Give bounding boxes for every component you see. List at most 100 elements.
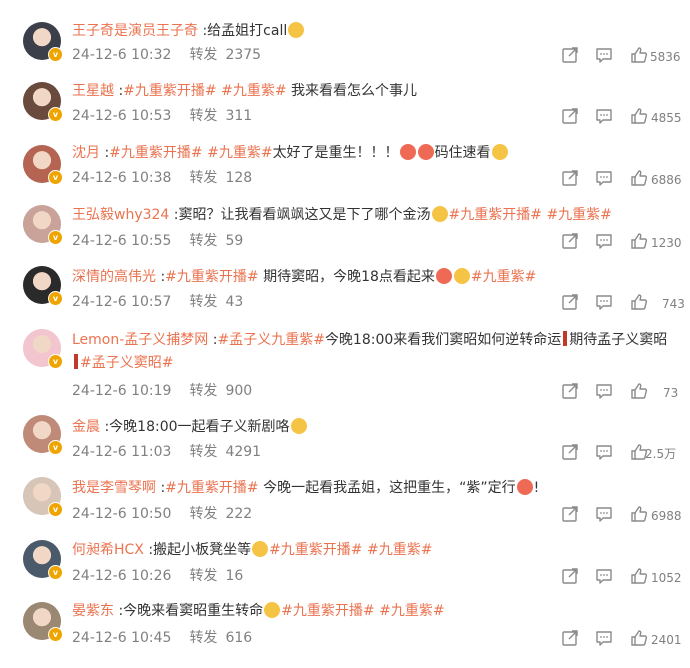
comment-icon (596, 295, 612, 310)
comment-body-text: 今晚18:00来看我们窦昭如何逆转命运 (324, 332, 562, 348)
username-link[interactable]: 沈月 (72, 145, 100, 161)
share-button[interactable] (561, 169, 579, 189)
hashtag-link[interactable]: #九重紫开播# (281, 603, 374, 619)
comment-button[interactable] (595, 293, 613, 313)
share-button[interactable] (561, 443, 579, 463)
like-button[interactable] (630, 293, 648, 313)
hashtag-link[interactable]: #孟子义窦昭# (80, 355, 173, 371)
avatar[interactable]: v (23, 415, 63, 455)
comment-button[interactable] (595, 382, 613, 402)
share-button[interactable] (561, 629, 579, 649)
repost-count: 2375 (225, 47, 262, 63)
username-link[interactable]: 我是李雪琴啊 (72, 480, 156, 496)
like-button[interactable] (630, 232, 648, 252)
comment-button[interactable] (595, 46, 613, 66)
avatar[interactable]: v (23, 82, 63, 122)
comment-button[interactable] (595, 629, 613, 649)
comment-button[interactable] (595, 107, 613, 127)
hashtag-link[interactable]: #九重紫# (367, 542, 432, 558)
hashtag-link[interactable]: #孟子义九重紫# (217, 332, 324, 348)
comment-button[interactable] (595, 232, 613, 252)
hashtag-link[interactable]: #九重紫开播# (165, 269, 258, 285)
like-button[interactable] (630, 505, 648, 525)
comment-body-text: :搬起小板凳坐等 (143, 542, 252, 558)
hashtag-link[interactable]: #九重紫# (207, 145, 272, 161)
share-button[interactable] (561, 567, 579, 587)
comment-meta: 24-12-6 10:55 转发 59 (72, 231, 243, 251)
username-link[interactable]: 王星越 (72, 83, 114, 99)
share-button[interactable] (561, 232, 579, 252)
comment-meta: 24-12-6 10:53 转发 311 (72, 106, 252, 126)
share-button[interactable] (561, 382, 579, 402)
username-link[interactable]: 何昶希HCX (72, 542, 144, 558)
emoji-icon (491, 144, 508, 160)
avatar[interactable]: v (23, 329, 63, 369)
hashtag-link[interactable]: #九重紫开播# (109, 145, 202, 161)
username-link[interactable]: 深情的高伟光 (72, 269, 156, 285)
repost-label: 转发 (189, 506, 218, 522)
username-link[interactable]: 王弘毅why324 (72, 207, 169, 223)
thumbs-up-icon (631, 108, 648, 124)
repost-count: 616 (225, 630, 253, 646)
repost-count: 59 (225, 233, 244, 249)
username-link[interactable]: 金晨 (72, 419, 100, 435)
avatar[interactable]: v (23, 22, 63, 62)
repost-label: 转发 (189, 444, 218, 460)
like-button[interactable] (630, 107, 648, 127)
comment-body-text: : (156, 480, 166, 496)
comment-body-text: : (156, 269, 166, 285)
username-link[interactable]: 王子奇是演员王子奇 (72, 23, 198, 39)
share-button[interactable] (561, 107, 579, 127)
share-button[interactable] (561, 293, 579, 313)
thumbs-up-icon (631, 294, 648, 310)
comment-meta: 24-12-6 11:03 转发 4291 (72, 442, 261, 462)
avatar[interactable]: v (23, 477, 63, 517)
avatar[interactable]: v (23, 602, 63, 642)
share-button[interactable] (561, 46, 579, 66)
like-count: 4855 (651, 111, 682, 125)
share-icon (562, 568, 578, 584)
like-button[interactable] (630, 169, 648, 189)
hashtag-link[interactable]: #九重紫# (546, 207, 611, 223)
comment-text: 王子奇是演员王子奇 :给孟姐打call (72, 20, 670, 43)
red-bar-emoji-icon (563, 331, 568, 346)
username-link[interactable]: Lemon-孟子义捕梦网 (72, 332, 208, 348)
like-button[interactable] (630, 567, 648, 587)
emoji-icon (290, 418, 307, 434)
emoji-icon (288, 22, 305, 38)
comment-button[interactable] (595, 505, 613, 525)
like-button[interactable] (630, 382, 648, 402)
hashtag-link[interactable]: #九重紫# (221, 83, 286, 99)
hashtag-link[interactable]: #九重紫开播# (269, 542, 362, 558)
verified-badge-icon: v (48, 107, 63, 122)
avatar[interactable]: v (23, 266, 63, 306)
like-button[interactable] (630, 46, 648, 66)
thumbs-up-icon (631, 233, 648, 249)
avatar[interactable]: v (23, 205, 63, 245)
comment-button[interactable] (595, 567, 613, 587)
share-icon (562, 170, 578, 186)
hashtag-link[interactable]: #九重紫# (471, 269, 536, 285)
hashtag-link[interactable]: #九重紫开播# (449, 207, 542, 223)
hashtag-link[interactable]: #九重紫开播# (123, 83, 216, 99)
share-button[interactable] (561, 505, 579, 525)
comment-icon (596, 384, 612, 399)
verified-badge-icon: v (48, 502, 63, 517)
comment-button[interactable] (595, 169, 613, 189)
comment-button[interactable] (595, 443, 613, 463)
like-count: 5836 (650, 50, 681, 64)
like-button[interactable] (630, 629, 648, 649)
comment-icon (596, 445, 612, 460)
thumbs-up-icon (631, 568, 648, 584)
hashtag-link[interactable]: #九重紫开播# (165, 480, 258, 496)
repost-label: 转发 (189, 170, 218, 186)
comment-date: 24-12-6 10:38 (72, 170, 172, 186)
hashtag-link[interactable]: #九重紫# (379, 603, 444, 619)
avatar[interactable]: v (23, 540, 63, 580)
thumbs-up-icon (631, 506, 648, 522)
like-count: 6988 (651, 509, 682, 523)
username-link[interactable]: 晏紫东 (72, 603, 114, 619)
avatar[interactable]: v (23, 145, 63, 185)
comment-meta: 24-12-6 10:50 转发 222 (72, 504, 252, 524)
comment-body-text: :今晚18:00一起看子义新剧咯 (100, 419, 290, 435)
